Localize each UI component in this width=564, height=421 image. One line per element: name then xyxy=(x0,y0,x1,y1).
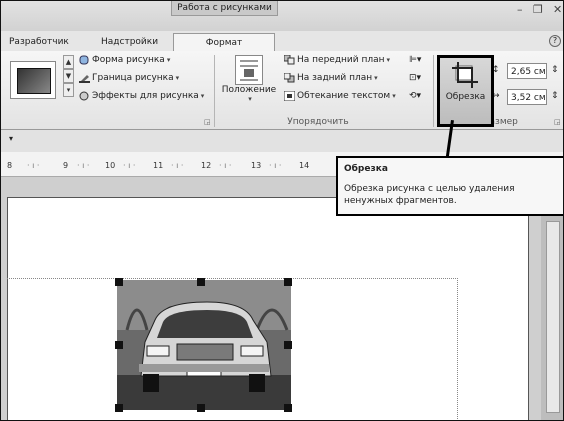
effects-icon xyxy=(79,91,89,100)
crop-handle-top-right[interactable] xyxy=(284,278,292,286)
pen-icon xyxy=(79,74,90,83)
tooltip-title: Обрезка xyxy=(344,164,388,174)
picture-border-button[interactable]: Граница рисунка ▾ xyxy=(79,71,179,85)
send-backward-label: На задний план xyxy=(297,73,373,83)
bring-forward-label: На передний план xyxy=(297,55,385,65)
position-icon xyxy=(235,55,263,85)
send-backward-icon xyxy=(284,72,295,82)
picture-style-thumbnail[interactable] xyxy=(10,61,56,99)
picture-shape-label: Форма рисунка xyxy=(92,55,165,65)
crop-handle-right[interactable] xyxy=(284,341,292,349)
chevron-down-icon: ▾ xyxy=(200,92,205,100)
ruler-tick: 11 xyxy=(153,161,164,170)
picture-border-label: Граница рисунка xyxy=(92,73,174,83)
crop-handle-left[interactable] xyxy=(115,341,123,349)
ribbon-tabs: Разработчик Надстройки Формат ? xyxy=(1,31,563,52)
chevron-down-icon: ▾ xyxy=(175,74,180,82)
chevron-down-icon: ▾ xyxy=(374,74,378,82)
text-wrapping-button[interactable]: Обтекание текстом ▾ xyxy=(284,89,396,103)
tab-format[interactable]: Формат xyxy=(173,33,275,52)
minimize-button[interactable]: – xyxy=(517,3,523,16)
align-icon[interactable]: ⊫▾ xyxy=(409,53,421,67)
ruler-tick: 14 xyxy=(299,161,310,170)
dialog-launcher-icon[interactable]: ◲ xyxy=(204,118,211,126)
arrange-group-label: Упорядочить xyxy=(287,117,349,127)
gallery-scroll-down-icon[interactable]: ▼ xyxy=(63,69,74,83)
gallery-more-icon[interactable]: ▾ xyxy=(63,83,74,97)
height-field[interactable]: 2,65 см xyxy=(507,63,547,79)
tab-developer[interactable]: Разработчик xyxy=(9,33,69,51)
quick-access-dropdown-icon[interactable]: ▾ xyxy=(9,134,13,143)
scrollbar-thumb[interactable] xyxy=(546,221,560,413)
help-icon[interactable]: ? xyxy=(549,35,561,47)
picture-effects-label: Эффекты для рисунка xyxy=(92,91,199,101)
group-separator xyxy=(433,55,434,127)
crop-handle-bottom-left[interactable] xyxy=(115,404,123,412)
bring-forward-icon xyxy=(284,54,295,64)
crop-tooltip: Обрезка Обрезка рисунка с целью удаления… xyxy=(336,156,563,216)
selected-picture[interactable] xyxy=(117,280,291,410)
group-icon[interactable]: ⊡▾ xyxy=(409,71,421,85)
chevron-down-icon: ▾ xyxy=(166,56,171,64)
word-window: Работа с рисунками – ❐ ✕ Разработчик Над… xyxy=(0,0,564,421)
restore-button[interactable]: ❐ xyxy=(533,3,543,16)
crop-label: Обрезка xyxy=(445,92,486,102)
crop-handle-bottom-right[interactable] xyxy=(284,404,292,412)
ruler-tick: 8 xyxy=(7,161,13,170)
tab-add-ins[interactable]: Надстройки xyxy=(101,33,158,51)
picture-shape-button[interactable]: Форма рисунка ▾ xyxy=(79,53,170,67)
ruler-tick: 13 xyxy=(251,161,262,170)
gallery-scroll-up-icon[interactable]: ▲ xyxy=(63,55,74,69)
picture-tools-context-tab: Работа с рисунками xyxy=(171,1,278,16)
ruler-tick: 9 xyxy=(63,161,69,170)
width-field[interactable]: 3,52 см xyxy=(507,89,547,105)
picture-effects-button[interactable]: Эффекты для рисунка ▾ xyxy=(79,89,204,103)
crop-handle-bottom[interactable] xyxy=(197,404,205,412)
text-wrap-icon xyxy=(284,90,295,101)
crop-handle-top[interactable] xyxy=(197,278,205,286)
width-spinner-icon[interactable]: ⇕ xyxy=(551,89,559,103)
chevron-down-icon: ▾ xyxy=(386,56,391,64)
crop-button[interactable]: Обрезка xyxy=(437,55,494,127)
send-backward-button[interactable]: На задний план ▾ xyxy=(284,71,378,85)
crop-handle-top-left[interactable] xyxy=(115,278,123,286)
crop-icon xyxy=(452,62,478,88)
title-bar: Работа с рисунками – ❐ ✕ xyxy=(1,1,563,31)
ruler-tick: 10 xyxy=(105,161,116,170)
chevron-down-icon: ▾ xyxy=(392,92,396,100)
position-label: Положение xyxy=(221,85,277,95)
height-spinner-icon[interactable]: ⇕ xyxy=(551,63,559,77)
text-wrapping-label: Обтекание текстом xyxy=(297,91,391,101)
position-button[interactable]: Положение ▾ xyxy=(219,55,279,103)
tooltip-description: Обрезка рисунка с целью удаления ненужны… xyxy=(344,184,515,206)
size-dialog-launcher-icon[interactable]: ◲ xyxy=(554,118,561,126)
bring-forward-button[interactable]: На передний план ▾ xyxy=(284,53,390,67)
shape-icon xyxy=(79,55,89,64)
close-button[interactable]: ✕ xyxy=(553,3,562,16)
chevron-down-icon: ▾ xyxy=(248,95,252,103)
ruler-tick: 12 xyxy=(201,161,212,170)
ruler-toggle-strip: ▾ xyxy=(1,130,563,153)
rotate-icon[interactable]: ⟲▾ xyxy=(409,89,421,103)
car-photo-icon xyxy=(117,280,291,410)
group-separator xyxy=(214,55,215,127)
